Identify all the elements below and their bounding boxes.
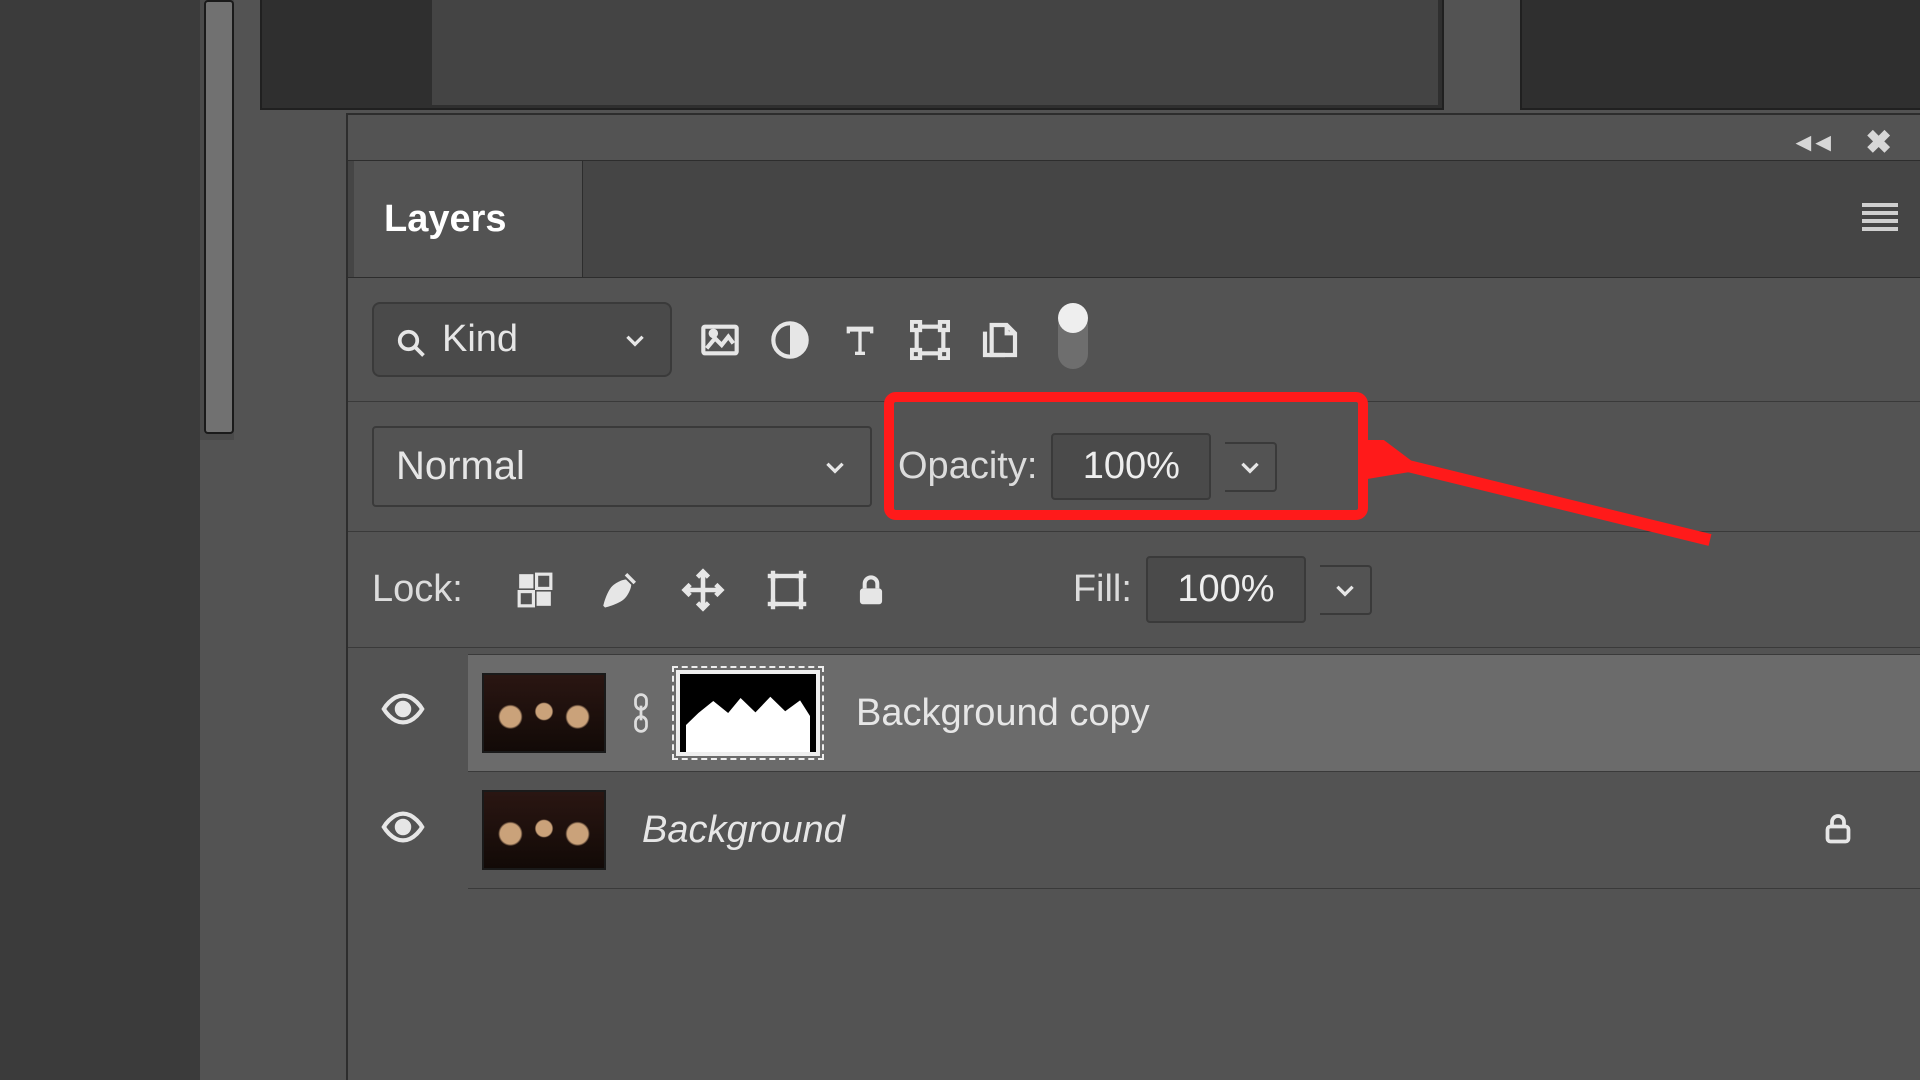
fill-value[interactable]: 100% [1146, 556, 1306, 623]
lock-all-icon[interactable] [849, 568, 893, 612]
lock-label: Lock: [372, 568, 463, 611]
blend-opacity-row: Normal Opacity: 100% [348, 402, 1920, 532]
canvas-area-mid [432, 0, 1438, 105]
filter-row: Kind [348, 278, 1920, 402]
lock-icon[interactable] [1820, 810, 1856, 851]
lock-transparent-pixels-icon[interactable] [513, 568, 557, 612]
layer-row-wrap: Background copy [348, 654, 1920, 772]
chevron-down-icon [622, 327, 648, 353]
search-icon [396, 325, 426, 355]
scrollbar-thumb[interactable] [204, 0, 234, 434]
chevron-down-icon [822, 454, 848, 480]
panel-menu-icon[interactable] [1862, 203, 1898, 231]
filter-pixel-layers-icon[interactable] [698, 318, 742, 362]
scrollbar-track[interactable] [200, 0, 234, 440]
layer-thumbnail[interactable] [482, 790, 606, 870]
lock-position-icon[interactable] [681, 568, 725, 612]
layer-row[interactable]: Background [468, 772, 1920, 889]
link-icon[interactable] [628, 687, 654, 739]
collapse-icon[interactable]: ◄◄ [1791, 127, 1830, 158]
filter-type-layers-icon[interactable] [838, 318, 882, 362]
layer-mask-thumbnail[interactable] [676, 670, 820, 756]
lock-artboard-icon[interactable] [765, 568, 809, 612]
layer-row[interactable]: Background copy [468, 654, 1920, 772]
tab-layers[interactable]: Layers [354, 161, 583, 277]
visibility-toggle[interactable] [378, 684, 428, 734]
panel-header: ◄◄ ✖ [348, 115, 1920, 161]
fill-label[interactable]: Fill: [1073, 568, 1132, 611]
opacity-label[interactable]: Opacity: [898, 445, 1037, 488]
layer-name[interactable]: Background [642, 809, 1798, 852]
filter-smart-objects-icon[interactable] [978, 318, 1022, 362]
fill-chevron[interactable] [1320, 565, 1372, 615]
filter-kind-label: Kind [442, 318, 518, 361]
opacity-group: Opacity: 100% [898, 433, 1277, 500]
toggle-knob [1058, 303, 1088, 333]
layer-row-wrap: Background [348, 772, 1920, 889]
lock-image-pixels-icon[interactable] [597, 568, 641, 612]
blend-mode-dropdown[interactable]: Normal [372, 426, 872, 507]
filter-kind-dropdown[interactable]: Kind [372, 302, 672, 377]
tab-row: Layers [348, 161, 1920, 278]
layer-name[interactable]: Background copy [856, 692, 1896, 735]
filter-adjustment-layers-icon[interactable] [768, 318, 812, 362]
lock-fill-row: Lock: Fill: 100% [348, 532, 1920, 648]
tab-label: Layers [384, 198, 507, 241]
canvas-area-right [1520, 0, 1920, 110]
opacity-chevron[interactable] [1225, 442, 1277, 492]
layer-list: Background copy Background [348, 648, 1920, 889]
layers-panel: ◄◄ ✖ Layers Kind [346, 113, 1920, 1080]
blend-mode-value: Normal [396, 444, 525, 489]
left-bg-strip [0, 0, 200, 1080]
filter-shape-layers-icon[interactable] [908, 318, 952, 362]
visibility-toggle[interactable] [378, 802, 428, 852]
opacity-value[interactable]: 100% [1051, 433, 1211, 500]
filter-toggle[interactable] [1058, 311, 1088, 369]
fill-group: Fill: 100% [1073, 556, 1372, 623]
layer-thumbnail[interactable] [482, 673, 606, 753]
close-icon[interactable]: ✖ [1865, 123, 1892, 161]
